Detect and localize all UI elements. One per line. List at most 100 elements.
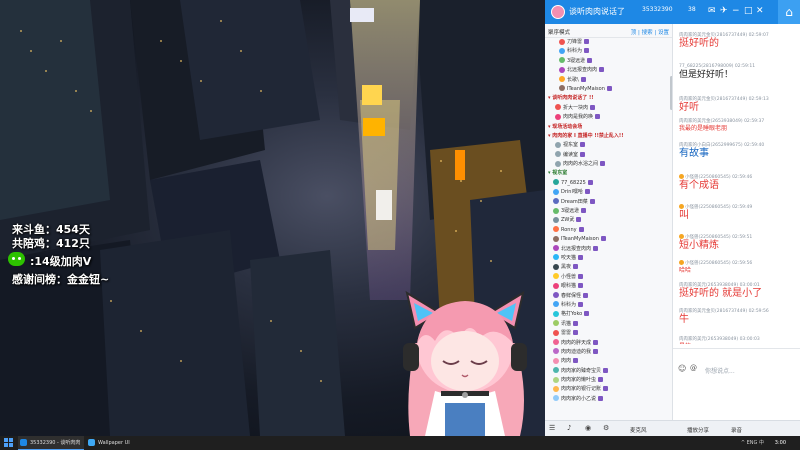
user-avatar-icon xyxy=(553,263,559,270)
user-badge-icon xyxy=(600,236,606,242)
user-avatar-icon xyxy=(679,234,684,239)
user-avatar-icon xyxy=(559,57,565,64)
message-text: 短小精炼 xyxy=(679,240,719,251)
mode-bar: 聚序模式 顶 | 搜索 | 设置 xyxy=(545,24,672,38)
user-badge-icon xyxy=(584,189,590,195)
minimize-icon[interactable]: − xyxy=(732,5,740,17)
maximize-icon[interactable]: □ xyxy=(744,5,753,17)
user-badge-icon xyxy=(576,217,582,223)
airplane-icon[interactable]: ✈ xyxy=(720,5,728,17)
speaker-icon[interactable]: ♪ xyxy=(567,424,571,432)
channel-label: Dream田菜 xyxy=(561,198,588,205)
channel-member[interactable]: 北远报查肉肉 xyxy=(545,66,672,75)
channel-section[interactable]: ▾ 谈听肉肉说话了 !! xyxy=(545,94,672,103)
channel-member[interactable]: Drinl嘿哈 xyxy=(545,188,672,197)
home-button[interactable]: ⌂ xyxy=(778,0,800,24)
record-label[interactable]: 录音 xyxy=(731,426,742,434)
channel-member[interactable]: 科科为 xyxy=(545,47,672,56)
message-input-box[interactable]: ☺ @ 你想说点... xyxy=(673,362,800,420)
channel-section[interactable]: ▾ 视东室 xyxy=(545,169,672,178)
menu-icon[interactable]: ☰ xyxy=(549,424,555,432)
user-avatar-icon xyxy=(553,273,559,280)
channel-member[interactable]: 春鲜保怪 xyxy=(545,292,672,301)
user-badge-icon xyxy=(580,142,586,148)
message-sender: 肉肉家的美元金贝(2816737449) 02:59:56 xyxy=(679,309,769,314)
channel-label: 肉肉家的银行记账 xyxy=(561,386,602,393)
emoji-icon[interactable]: ☺ xyxy=(678,364,686,373)
user-avatar-icon xyxy=(553,367,559,374)
user-avatar-icon xyxy=(553,207,559,214)
settings-icon[interactable]: ⚙ xyxy=(603,424,609,432)
system-tray[interactable]: ^ ENG 中 xyxy=(741,436,764,450)
channel-member[interactable]: 视东室 xyxy=(545,141,672,150)
channel-member[interactable]: 77_68225 xyxy=(545,179,672,188)
channel-section[interactable]: ▾ 现场活动会场 xyxy=(545,123,672,132)
channel-member[interactable]: 黑夜 xyxy=(545,263,672,272)
user-badge-icon xyxy=(584,39,590,44)
user-avatar-icon xyxy=(553,395,559,402)
channel-member[interactable]: 咬天猫 xyxy=(545,254,672,263)
user-badge-icon xyxy=(578,226,584,232)
channel-member[interactable]: 北远报查肉肉 xyxy=(545,245,672,254)
channel-member[interactable]: 肉肉家的懒叶虫 xyxy=(545,376,672,385)
channel-member[interactable]: 讯猫 xyxy=(545,320,672,329)
channel-member[interactable]: 肉肉的胖天成 xyxy=(545,339,672,348)
mode-label[interactable]: 聚序模式 xyxy=(548,28,570,36)
start-button[interactable] xyxy=(4,438,14,448)
channel-member[interactable]: 小怪兽 xyxy=(545,273,672,282)
channel-member[interactable]: 科科为 xyxy=(545,301,672,310)
channel-member[interactable]: 3寝远逊 xyxy=(545,207,672,216)
channel-member[interactable]: ZW武 xyxy=(545,216,672,225)
mode-links[interactable]: 顶 | 搜索 | 设置 xyxy=(631,28,669,36)
user-badge-icon xyxy=(573,264,579,270)
channel-member[interactable]: 刀锋雷 xyxy=(545,38,672,47)
channel-member[interactable]: 折大一块肉 xyxy=(545,104,672,113)
channel-label: 视东室 xyxy=(552,170,568,177)
channel-member[interactable]: 肉肉家的臻奇宝贝 xyxy=(545,367,672,376)
user-avatar-icon xyxy=(553,226,559,233)
user-badge-icon xyxy=(573,330,579,336)
chat-message: 肉肉家的小白白(2652999675) 02:59:40 有故事 xyxy=(679,142,800,160)
room-id: 35332390 xyxy=(642,6,673,13)
mic-label[interactable]: 麦克风 xyxy=(630,426,647,434)
channel-member[interactable]: 编读室 xyxy=(545,151,672,160)
user-avatar-icon xyxy=(553,348,559,355)
channel-label: 肉肉的胖天成 xyxy=(561,339,592,346)
channel-member[interactable]: Dream田菜 xyxy=(545,198,672,207)
channel-member[interactable]: 肉肉家的小乙说 xyxy=(545,395,672,404)
user-avatar-icon xyxy=(553,301,559,308)
channel-member[interactable]: 格打Yoko xyxy=(545,310,672,319)
channel-label: Drinl嘿哈 xyxy=(561,189,583,196)
user-avatar-icon xyxy=(553,385,559,392)
user-badge-icon xyxy=(578,301,584,307)
broadcast-label[interactable]: 播放分享 xyxy=(687,426,709,434)
mention-icon[interactable]: @ xyxy=(690,364,697,372)
channel-member[interactable]: ITeanMyMaison xyxy=(545,85,672,94)
channel-member[interactable]: 肉肉的水浴之间 xyxy=(545,160,672,169)
panel-titlebar[interactable]: 谈听肉肉说话了 35332390 38 ✉ ✈ − □ ✕ ⌂ xyxy=(545,0,800,24)
channel-label: Ronny xyxy=(561,226,577,233)
channel-member[interactable]: 肉肉迪迪的我 xyxy=(545,348,672,357)
channel-member[interactable]: 雷雷 xyxy=(545,329,672,338)
channel-label: 黑夜 xyxy=(561,264,572,271)
clock[interactable]: 3:00 xyxy=(775,436,786,450)
room-title: 谈听肉肉说话了 xyxy=(569,7,625,16)
channel-member[interactable]: 肉肉是我的唤 xyxy=(545,113,672,122)
user-badge-icon xyxy=(589,198,595,204)
user-avatar-icon xyxy=(559,38,565,45)
channel-member[interactable]: 3寝远逊 xyxy=(545,57,672,66)
channel-label: 眼科猫 xyxy=(561,283,577,290)
channel-member[interactable]: 眼科猫 xyxy=(545,282,672,291)
user-badge-icon xyxy=(606,85,612,91)
channel-member[interactable]: 肉肉 xyxy=(545,357,672,366)
taskbar-item-wallpaper[interactable]: Wallpaper UI xyxy=(86,436,152,450)
channel-member[interactable]: ITeanMyMaison xyxy=(545,235,672,244)
channel-member[interactable]: 长歌\ xyxy=(545,76,672,85)
channel-member[interactable]: Ronny xyxy=(545,226,672,235)
chat-icon[interactable]: ✉ xyxy=(708,5,716,17)
channel-member[interactable]: 肉肉家的银行记账 xyxy=(545,385,672,394)
taskbar-item-chat[interactable]: 35332390 - 谈听肉肉说 xyxy=(18,436,84,450)
mic-icon[interactable]: ◉ xyxy=(585,424,591,432)
channel-section[interactable]: ▾ 肉肉的家 I 直播中 !!禁止乱入!! xyxy=(545,132,672,141)
close-icon[interactable]: ✕ xyxy=(756,5,764,17)
